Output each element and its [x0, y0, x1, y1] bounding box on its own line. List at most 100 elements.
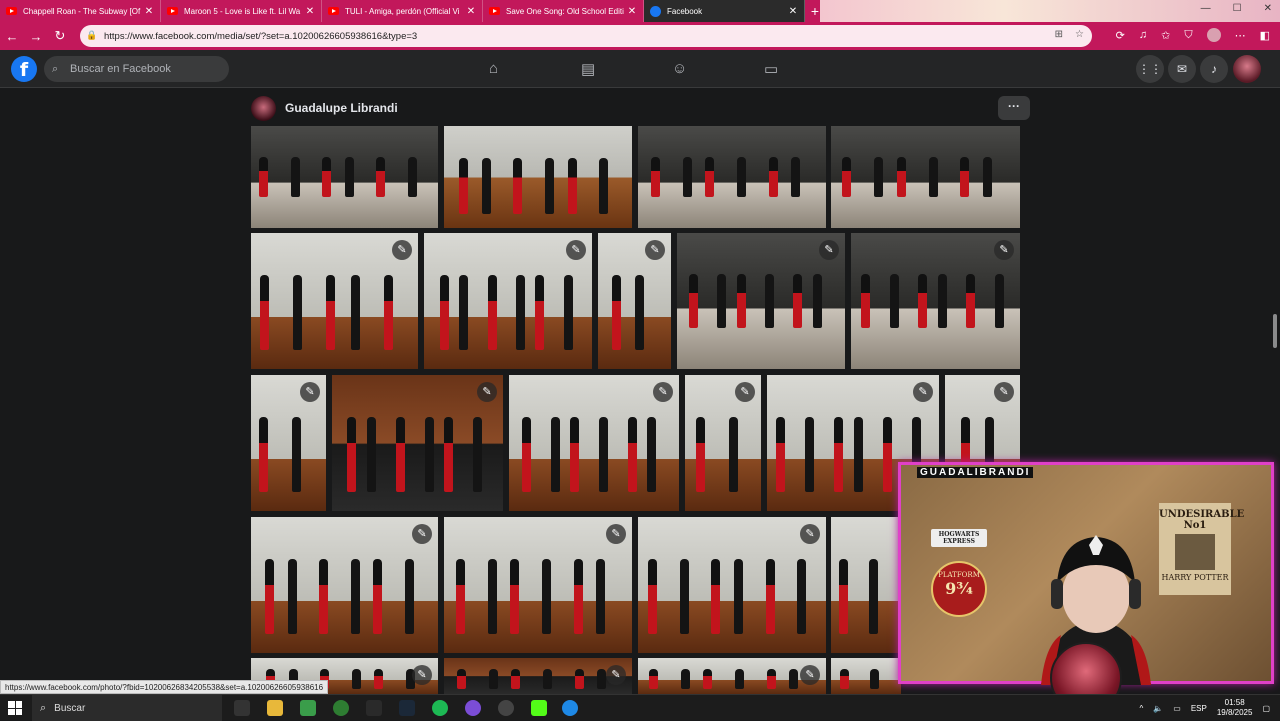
edit-pencil-icon[interactable]: ✎ [566, 240, 586, 260]
new-tab-button[interactable]: + [805, 0, 825, 22]
edit-pencil-icon[interactable]: ✎ [800, 665, 820, 685]
browser-tab[interactable]: Chappell Roan - The Subway [Of ✕ [0, 0, 161, 22]
edit-pencil-icon[interactable]: ✎ [412, 524, 432, 544]
edit-pencil-icon[interactable]: ✎ [819, 240, 839, 260]
album-photo[interactable]: ✎ [685, 375, 761, 511]
album-photo[interactable]: ✎ [851, 233, 1020, 369]
edit-pencil-icon[interactable]: ✎ [994, 240, 1014, 260]
chevron-up-icon[interactable]: ^ [1140, 704, 1144, 713]
album-photo[interactable] [444, 126, 632, 228]
close-tab-icon[interactable]: ✕ [305, 6, 315, 17]
account-avatar[interactable] [1233, 55, 1261, 83]
maximize-icon[interactable]: ☐ [1233, 3, 1242, 14]
task-view-icon[interactable] [234, 700, 250, 716]
album-photo[interactable] [831, 126, 1020, 228]
album-photo[interactable]: ✎ [509, 375, 679, 511]
browser-tab[interactable]: Save One Song: Old School Editi ✕ [483, 0, 644, 22]
notifications-bell-icon[interactable]: ♪ [1200, 55, 1228, 83]
album-photo[interactable]: ✎ [444, 517, 632, 653]
album-photo[interactable] [638, 126, 826, 228]
album-photo[interactable] [251, 126, 438, 228]
edit-pencil-icon[interactable]: ✎ [606, 524, 626, 544]
album-photo[interactable] [831, 517, 901, 653]
edit-pencil-icon[interactable]: ✎ [392, 240, 412, 260]
url-field[interactable]: 🔒 https://www.facebook.com/media/set/?se… [80, 25, 1092, 47]
close-window-icon[interactable]: ✕ [1264, 3, 1272, 14]
obs-icon[interactable] [498, 700, 514, 716]
scrollbar-thumb[interactable] [1273, 314, 1277, 348]
minecraft-icon[interactable] [300, 700, 316, 716]
album-photo[interactable]: ✎ [638, 658, 826, 694]
epic-games-icon[interactable] [366, 700, 382, 716]
edge-browser-icon[interactable] [562, 700, 578, 716]
album-photo[interactable]: ✎ [638, 517, 826, 653]
youtube-icon [167, 7, 178, 15]
album-photo[interactable]: ✎ [677, 233, 845, 369]
discord-icon[interactable] [465, 700, 481, 716]
edit-pencil-icon[interactable]: ✎ [606, 665, 626, 685]
favorite-star-icon[interactable]: ☆ [1075, 29, 1084, 40]
edit-pencil-icon[interactable]: ✎ [800, 524, 820, 544]
xbox-icon[interactable] [333, 700, 349, 716]
sidebar-icon[interactable]: ◧ [1260, 29, 1270, 42]
back-icon[interactable]: ← [0, 29, 24, 44]
album-photo[interactable]: ✎ [332, 375, 503, 511]
more-options-button[interactable]: ··· [998, 96, 1030, 120]
edit-pencil-icon[interactable]: ✎ [412, 665, 432, 685]
groups-icon[interactable]: ☺ [672, 60, 687, 77]
marketplace-icon[interactable]: ▤ [581, 60, 595, 78]
facebook-logo[interactable]: f [11, 56, 37, 82]
album-photo[interactable]: ✎ [251, 375, 326, 511]
messenger-icon[interactable]: ✉ [1168, 55, 1196, 83]
close-tab-icon[interactable]: ✕ [466, 6, 476, 17]
language-indicator[interactable]: ESP [1191, 704, 1207, 713]
gaming-icon[interactable]: ▭ [764, 60, 778, 78]
notification-center-icon[interactable]: ▢ [1262, 704, 1270, 713]
close-tab-icon[interactable]: ✕ [788, 6, 798, 17]
forward-icon[interactable]: → [24, 29, 48, 44]
home-icon[interactable]: ⌂ [489, 60, 498, 77]
album-photo[interactable]: ✎ [424, 233, 592, 369]
edit-pencil-icon[interactable]: ✎ [913, 382, 933, 402]
edit-pencil-icon[interactable]: ✎ [300, 382, 320, 402]
album-owner-name[interactable]: Guadalupe Librandi [285, 101, 398, 115]
album-photo[interactable]: ✎ [251, 517, 438, 653]
more-options-icon[interactable]: ⋯ [1235, 29, 1246, 42]
album-photo[interactable]: ✎ [251, 233, 418, 369]
extension-icon[interactable]: ♫ [1139, 29, 1147, 41]
search-icon: ⌕ [52, 62, 59, 75]
minimize-icon[interactable]: — [1201, 3, 1211, 14]
close-tab-icon[interactable]: ✕ [144, 6, 154, 17]
kick-icon[interactable] [531, 700, 547, 716]
album-owner-avatar[interactable] [251, 96, 276, 121]
browser-tab-active[interactable]: Facebook ✕ [644, 0, 805, 22]
network-icon[interactable]: ▭ [1173, 704, 1181, 713]
edit-pencil-icon[interactable]: ✎ [994, 382, 1014, 402]
album-photo[interactable]: ✎ [444, 658, 632, 694]
edit-pencil-icon[interactable]: ✎ [653, 382, 673, 402]
album-photo[interactable]: ✎ [598, 233, 671, 369]
close-tab-icon[interactable]: ✕ [627, 6, 637, 17]
browser-tab[interactable]: TULI - Amiga, perdón (Official Vi ✕ [322, 0, 483, 22]
volume-icon[interactable]: 🔈 [1153, 704, 1163, 713]
edit-pencil-icon[interactable]: ✎ [645, 240, 665, 260]
favorites-icon[interactable]: ✩ [1161, 29, 1170, 42]
refresh-extension-icon[interactable]: ⟳ [1116, 29, 1125, 42]
taskbar-search[interactable]: ⌕ Buscar [32, 695, 222, 721]
app-available-icon[interactable]: ⊞ [1055, 29, 1063, 40]
facebook-search-input[interactable]: ⌕ Buscar en Facebook [44, 56, 229, 82]
browser-tab[interactable]: Maroon 5 - Love is Like ft. Lil Wa ✕ [161, 0, 322, 22]
photo-figure [596, 559, 606, 634]
file-explorer-icon[interactable] [267, 700, 283, 716]
spotify-icon[interactable] [432, 700, 448, 716]
album-photo[interactable] [831, 658, 901, 694]
edit-pencil-icon[interactable]: ✎ [735, 382, 755, 402]
refresh-icon[interactable]: ↻ [48, 28, 72, 44]
clock[interactable]: 01:58 19/8/2025 [1217, 698, 1253, 718]
menu-grid-icon[interactable]: ⋮⋮ [1136, 55, 1164, 83]
steam-icon[interactable] [399, 700, 415, 716]
windows-start-icon[interactable] [8, 701, 22, 715]
edit-pencil-icon[interactable]: ✎ [477, 382, 497, 402]
shield-icon[interactable]: ⛉ [1184, 29, 1192, 42]
profile-icon[interactable] [1206, 28, 1221, 42]
